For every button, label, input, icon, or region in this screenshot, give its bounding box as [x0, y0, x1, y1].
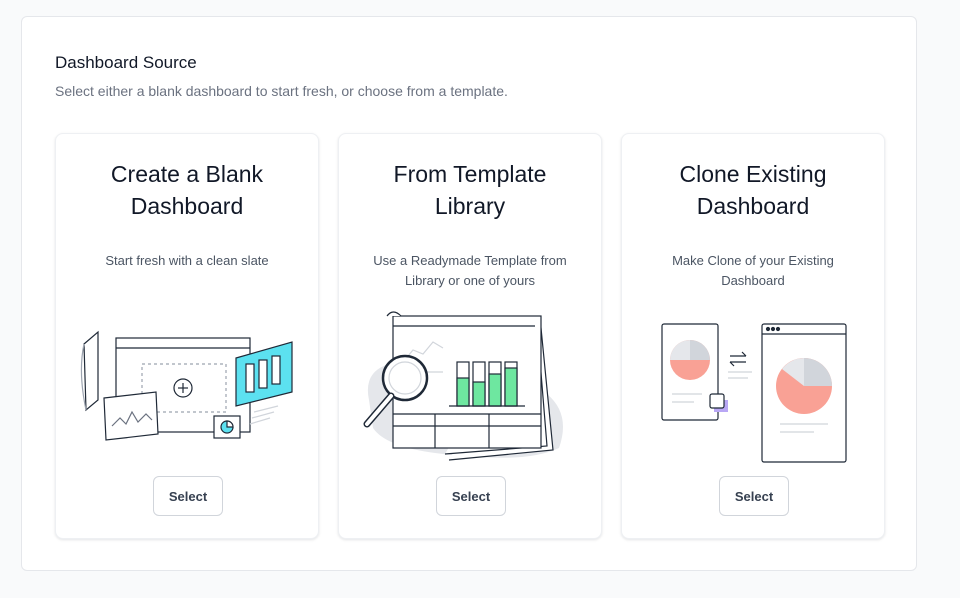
card-description: Use a Readymade Template from Library or… — [373, 253, 567, 288]
select-button[interactable]: Select — [719, 476, 789, 516]
card-title: Create a Blank Dashboard — [110, 161, 264, 219]
card-title: Clone Existing Dashboard — [679, 161, 827, 219]
dashboard-source-panel: Dashboard Source Select either a blank d… — [21, 16, 917, 571]
template-library-illustration — [363, 311, 563, 461]
section-subtitle: Select either a blank dashboard to start… — [55, 83, 508, 99]
template-library-card[interactable]: From Template Library Use a Readymade Te… — [338, 133, 602, 539]
blank-dashboard-card[interactable]: Create a Blank Dashboard Start fresh wit… — [55, 133, 319, 539]
select-button[interactable]: Select — [436, 476, 506, 516]
section-title: Dashboard Source — [55, 53, 197, 72]
blank-dashboard-illustration — [80, 330, 293, 441]
clone-dashboard-illustration — [661, 323, 847, 463]
select-button[interactable]: Select — [153, 476, 223, 516]
card-description: Make Clone of your Existing Dashboard — [672, 253, 834, 288]
card-title: From Template Library — [393, 161, 547, 219]
card-description: Start fresh with a clean slate — [105, 253, 269, 268]
clone-dashboard-card[interactable]: Clone Existing Dashboard Make Clone of y… — [621, 133, 885, 539]
